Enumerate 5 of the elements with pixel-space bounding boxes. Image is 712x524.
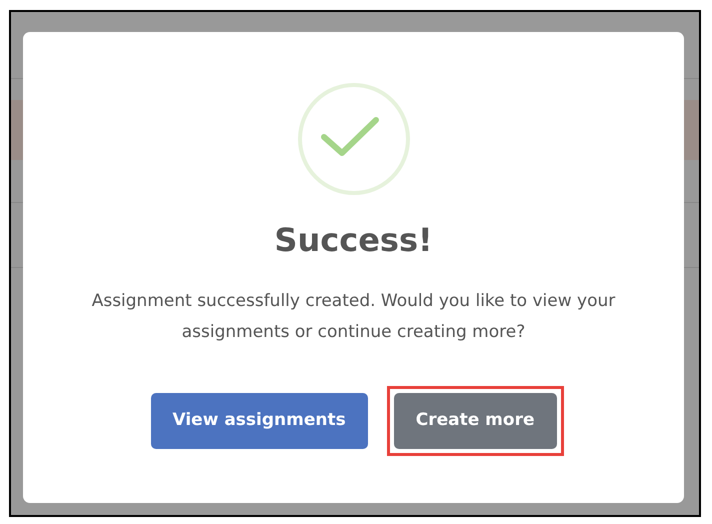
- dialog-message: Assignment successfully created. Would you like to view your assignments or continue creating more?: [90, 290, 616, 344]
- create-button[interactable]: Create more: [394, 393, 556, 449]
- view-button[interactable]: View assignments: [150, 393, 368, 449]
- checkmark-icon: [296, 82, 410, 196]
- dialog-title: Success!: [274, 224, 433, 256]
